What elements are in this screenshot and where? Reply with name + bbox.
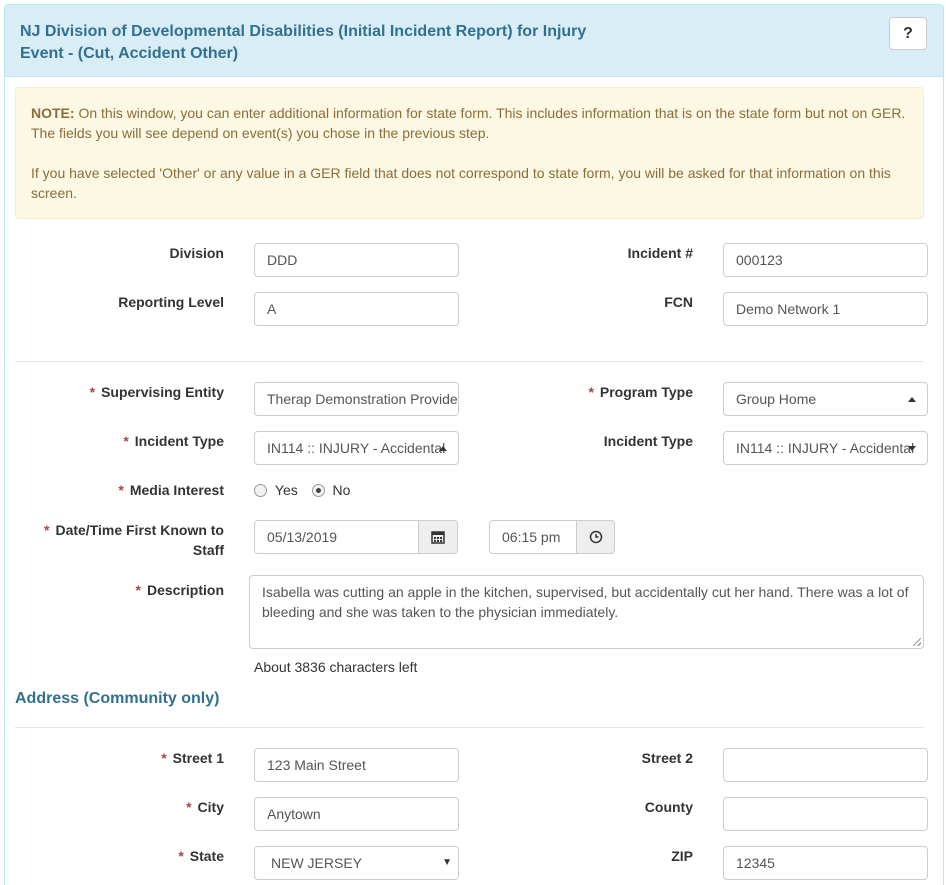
- city-field[interactable]: Anytown: [254, 797, 459, 831]
- street1-field[interactable]: 123 Main Street: [254, 748, 459, 782]
- street2-label: Street 2: [641, 750, 693, 766]
- caret-up-icon: [439, 446, 447, 451]
- description-label: * Description: [135, 582, 224, 598]
- resize-handle-icon[interactable]: [913, 638, 921, 646]
- character-counter: About 3836 characters left: [254, 659, 418, 675]
- incident-type-label-2: Incident Type: [603, 433, 693, 449]
- note-text-2: If you have selected 'Other' or any valu…: [31, 165, 891, 201]
- caret-up-icon: [908, 397, 916, 402]
- incident-type-label: * Incident Type: [123, 433, 224, 449]
- fcn-label: FCN: [664, 294, 693, 310]
- street2-field[interactable]: [723, 748, 928, 782]
- street1-label: * Street 1: [161, 750, 224, 766]
- division-field[interactable]: DDD: [254, 243, 459, 277]
- media-interest-no-radio[interactable]: [311, 484, 325, 497]
- help-button[interactable]: ?: [889, 17, 927, 50]
- incident-type-select[interactable]: IN114 :: INJURY - Accidental: [254, 431, 459, 465]
- note-line-1: NOTE: On this window, you can enter addi…: [31, 103, 908, 143]
- program-type-label: * Program Type: [588, 384, 693, 400]
- address-section-title: Address (Community only): [15, 690, 220, 707]
- required-marker: *: [135, 582, 141, 598]
- required-marker: *: [89, 384, 96, 400]
- date-time-label: * Date/Time First Known to Staff: [44, 522, 224, 558]
- required-marker: *: [44, 522, 50, 538]
- chevron-down-icon: ▼: [442, 857, 452, 868]
- supervising-entity-field[interactable]: Therap Demonstration Provider: [254, 382, 459, 416]
- page-title: NJ Division of Developmental Disabilitie…: [20, 23, 587, 62]
- address-divider: [15, 727, 924, 728]
- incident-type-select-2[interactable]: IN114 :: INJURY - Accidental: [723, 431, 928, 465]
- state-value: NEW JERSEY: [271, 855, 363, 871]
- description-textarea[interactable]: Isabella was cutting an apple in the kit…: [249, 575, 924, 649]
- required-marker: *: [161, 750, 167, 766]
- note-text-1: On this window, you can enter additional…: [31, 105, 906, 141]
- required-marker: *: [178, 848, 184, 864]
- calendar-button[interactable]: [418, 520, 458, 554]
- incident-type-value-2: IN114 :: INJURY - Accidental: [736, 440, 915, 456]
- note-alert: NOTE: On this window, you can enter addi…: [15, 87, 924, 219]
- incident-number-field[interactable]: 000123: [723, 243, 928, 277]
- zip-field[interactable]: 12345: [723, 846, 928, 880]
- supervising-entity-label: * Supervising Entity: [89, 384, 224, 400]
- media-interest-label: * Media Interest: [118, 482, 224, 498]
- caret-down-icon: [908, 446, 916, 451]
- media-interest-yes-radio[interactable]: [254, 484, 267, 497]
- time-field[interactable]: 06:15 pm: [489, 520, 577, 554]
- help-icon: ?: [903, 24, 913, 42]
- date-field[interactable]: 05/13/2019: [254, 520, 419, 554]
- city-label: * City: [186, 799, 224, 815]
- zip-label: ZIP: [671, 848, 693, 864]
- required-marker: *: [186, 799, 192, 815]
- required-marker: *: [118, 482, 124, 498]
- media-interest-yes-label: Yes: [274, 482, 298, 498]
- fcn-field[interactable]: Demo Network 1: [723, 292, 928, 326]
- state-select[interactable]: NEW JERSEY ▼: [254, 846, 459, 880]
- section-divider: [15, 361, 924, 362]
- media-interest-radios: Yes No: [254, 480, 350, 500]
- incident-type-value: IN114 :: INJURY - Accidental: [267, 440, 446, 456]
- required-marker: *: [588, 384, 594, 400]
- clock-button[interactable]: [576, 520, 615, 554]
- calendar-icon: [431, 531, 445, 544]
- clock-icon: [589, 530, 602, 544]
- incident-number-label: Incident #: [627, 245, 693, 261]
- panel-heading: NJ Division of Developmental Disabilitie…: [5, 5, 943, 77]
- program-type-value: Group Home: [736, 391, 817, 407]
- reporting-level-label: Reporting Level: [118, 294, 224, 310]
- description-text: Isabella was cutting an apple in the kit…: [262, 584, 909, 620]
- note-label: NOTE:: [31, 105, 75, 121]
- reporting-level-field[interactable]: A: [254, 292, 459, 326]
- division-label: Division: [169, 245, 224, 261]
- state-label: * State: [178, 848, 224, 864]
- required-marker: *: [123, 433, 129, 449]
- county-field[interactable]: [723, 797, 928, 831]
- media-interest-no-label: No: [332, 482, 351, 498]
- program-type-select[interactable]: Group Home: [723, 382, 928, 416]
- county-label: County: [644, 799, 693, 815]
